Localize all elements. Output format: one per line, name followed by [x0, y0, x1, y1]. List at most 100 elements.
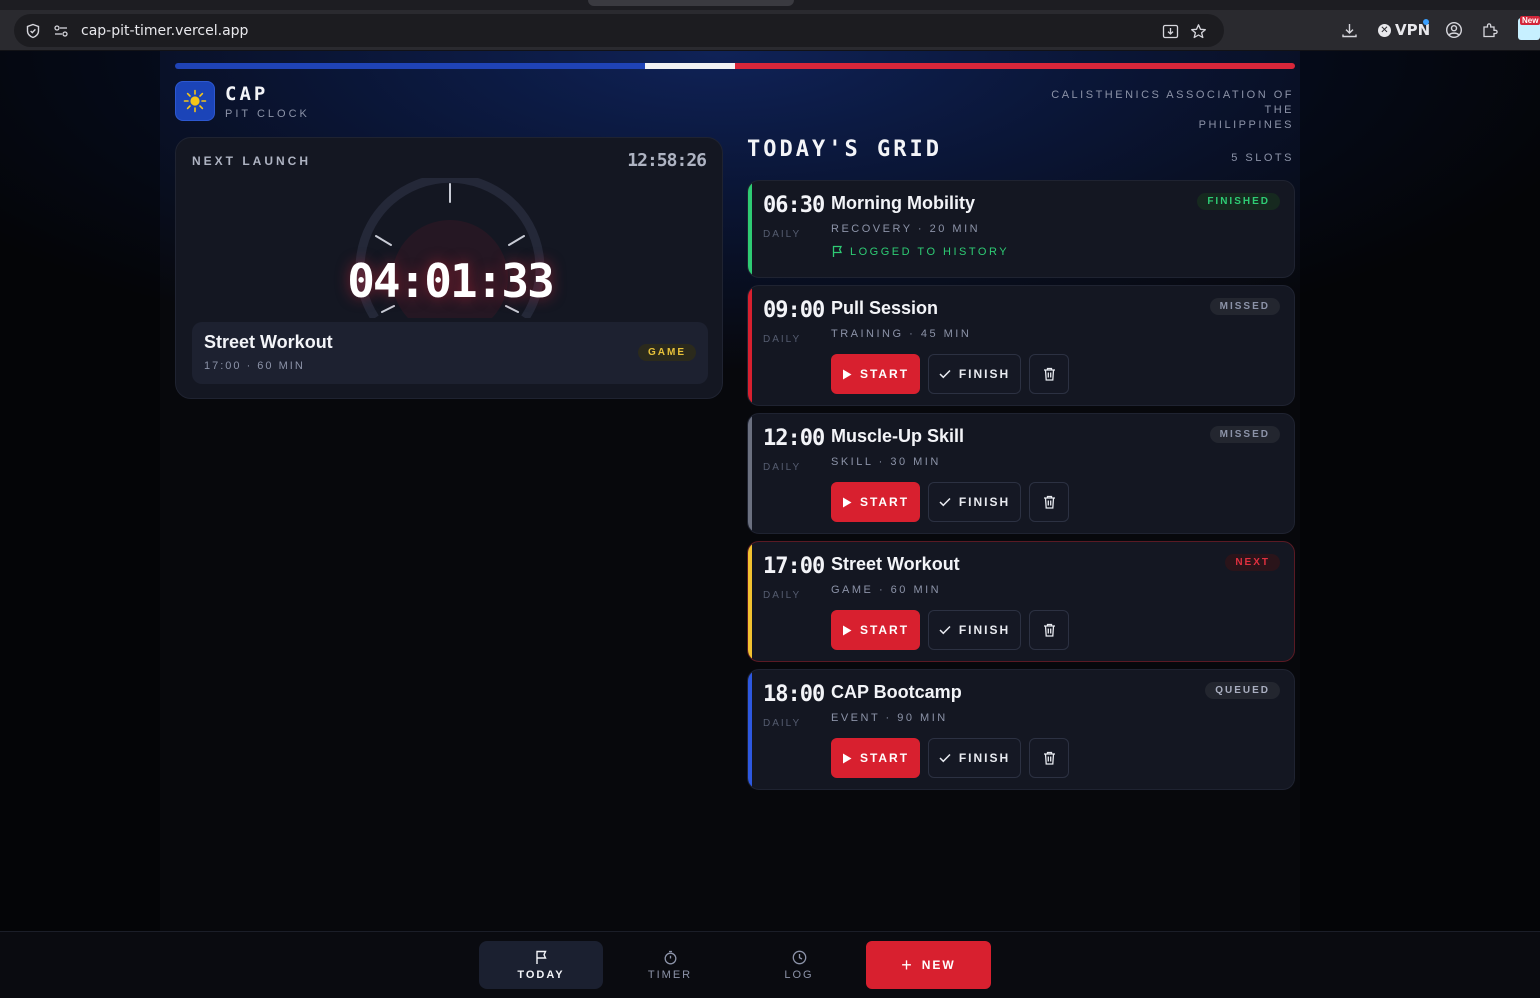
play-icon [842, 753, 852, 763]
slot-accent [748, 542, 752, 661]
next-event-name: Street Workout [204, 332, 333, 352]
bookmark-star-icon[interactable] [1189, 22, 1207, 40]
browser-tab-strip [0, 0, 1540, 10]
brand-subtitle: PIT CLOCK [225, 108, 310, 120]
slot-name: Street Workout [831, 554, 960, 574]
finish-button[interactable]: FINISH [928, 354, 1021, 394]
slot-card[interactable]: 06:30 DAILY Morning Mobility RECOVERY · … [747, 180, 1295, 278]
status-badge: FINISHED [1197, 193, 1280, 210]
start-button[interactable]: START [831, 738, 920, 778]
slot-time: 17:00 [763, 554, 825, 579]
status-badge: QUEUED [1205, 682, 1280, 699]
slot-meta: GAME · 60 MIN [831, 584, 942, 596]
check-icon [939, 497, 951, 507]
start-button[interactable]: START [831, 354, 920, 394]
countdown-timer: 04:01:33 [347, 254, 555, 308]
slot-frequency: DAILY [763, 334, 802, 345]
slot-card[interactable]: 17:00 DAILY Street Workout GAME · 60 MIN… [747, 541, 1295, 662]
check-icon [939, 625, 951, 635]
nav-timer[interactable]: TIMER [608, 941, 732, 989]
vpn-button[interactable]: ✕ VPN [1378, 19, 1430, 39]
slot-time: 09:00 [763, 298, 825, 323]
slot-time: 06:30 [763, 193, 825, 218]
slot-meta: RECOVERY · 20 MIN [831, 223, 981, 235]
slot-accent [748, 414, 752, 533]
play-icon [842, 369, 852, 379]
flag-icon [535, 950, 547, 964]
slot-name: Muscle-Up Skill [831, 426, 965, 446]
brand-title: CAP [225, 83, 269, 105]
app-page: CAP PIT CLOCK CALISTHENICS ASSOCIATION O… [0, 51, 1540, 998]
slot-meta: SKILL · 30 MIN [831, 456, 941, 468]
clock-icon [792, 950, 806, 964]
slot-card[interactable]: 09:00 DAILY Pull Session TRAINING · 45 M… [747, 285, 1295, 406]
next-event-summary[interactable]: Street Workout 17:00 · 60 MIN GAME [192, 322, 708, 384]
slot-name: CAP Bootcamp [831, 682, 962, 702]
profile-icon[interactable] [1444, 20, 1464, 40]
flag-icon [832, 245, 843, 257]
play-icon [842, 497, 852, 507]
slot-actions: START FINISH [831, 610, 1069, 650]
site-settings-icon[interactable] [52, 22, 70, 40]
delete-button[interactable] [1029, 738, 1069, 778]
delete-button[interactable] [1029, 610, 1069, 650]
slot-frequency: DAILY [763, 229, 802, 240]
nav-today[interactable]: TODAY [479, 941, 603, 989]
finish-button[interactable]: FINISH [928, 482, 1021, 522]
downloads-icon[interactable] [1339, 20, 1359, 40]
status-badge: NEXT [1225, 554, 1280, 571]
bottom-navigation: TODAY TIMER LOG + NEW [0, 931, 1540, 998]
check-icon [939, 753, 951, 763]
check-icon [939, 369, 951, 379]
logged-note: LOGGED TO HISTORY [831, 245, 1009, 258]
next-event-category-badge: GAME [638, 344, 696, 361]
sun-logo-icon [175, 81, 215, 121]
extension-new-badge: New [1520, 16, 1540, 25]
extension-new-icon[interactable]: New [1518, 16, 1540, 40]
trash-icon [1043, 367, 1055, 381]
start-button[interactable]: START [831, 610, 920, 650]
slot-frequency: DAILY [763, 718, 802, 729]
slot-actions: START FINISH [831, 738, 1069, 778]
slot-meta: TRAINING · 45 MIN [831, 328, 972, 340]
play-icon [842, 625, 852, 635]
install-app-icon[interactable] [1161, 22, 1179, 40]
shield-icon[interactable] [24, 22, 42, 40]
slot-time: 12:00 [763, 426, 825, 451]
next-event-meta: 17:00 · 60 MIN [204, 360, 305, 372]
slot-card[interactable]: 12:00 DAILY Muscle-Up Skill SKILL · 30 M… [747, 413, 1295, 534]
current-time: 12:58:26 [627, 150, 707, 171]
trash-icon [1043, 751, 1055, 765]
slot-actions: START FINISH [831, 354, 1069, 394]
slot-accent [748, 286, 752, 405]
slot-frequency: DAILY [763, 462, 802, 473]
finish-button[interactable]: FINISH [928, 610, 1021, 650]
grid-title: TODAY'S GRID [747, 137, 942, 162]
url-text[interactable]: cap-pit-timer.vercel.app [81, 23, 248, 39]
trash-icon [1043, 495, 1055, 509]
delete-button[interactable] [1029, 482, 1069, 522]
slot-accent [748, 181, 752, 277]
delete-button[interactable] [1029, 354, 1069, 394]
next-launch-card: NEXT LAUNCH 12:58:26 04:01:33 Street Wor… [175, 137, 723, 399]
flag-stripe [175, 63, 1295, 69]
slot-time: 18:00 [763, 682, 825, 707]
vpn-off-icon: ✕ [1378, 23, 1391, 37]
slot-accent [748, 670, 752, 789]
new-slot-button[interactable]: + NEW [866, 941, 991, 989]
nav-log[interactable]: LOG [737, 941, 861, 989]
active-tab[interactable] [588, 0, 794, 6]
slot-name: Morning Mobility [831, 193, 975, 213]
finish-button[interactable]: FINISH [928, 738, 1021, 778]
trash-icon [1043, 623, 1055, 637]
slot-count: 5 SLOTS [1231, 152, 1294, 164]
extensions-puzzle-icon[interactable] [1480, 20, 1500, 40]
status-badge: MISSED [1209, 426, 1280, 443]
slot-actions: START FINISH [831, 482, 1069, 522]
slot-meta: EVENT · 90 MIN [831, 712, 948, 724]
slot-card[interactable]: 18:00 DAILY CAP Bootcamp EVENT · 90 MIN … [747, 669, 1295, 790]
address-bar[interactable]: cap-pit-timer.vercel.app [14, 14, 1224, 47]
start-button[interactable]: START [831, 482, 920, 522]
status-badge: MISSED [1209, 298, 1280, 315]
next-launch-label: NEXT LAUNCH [192, 154, 311, 168]
